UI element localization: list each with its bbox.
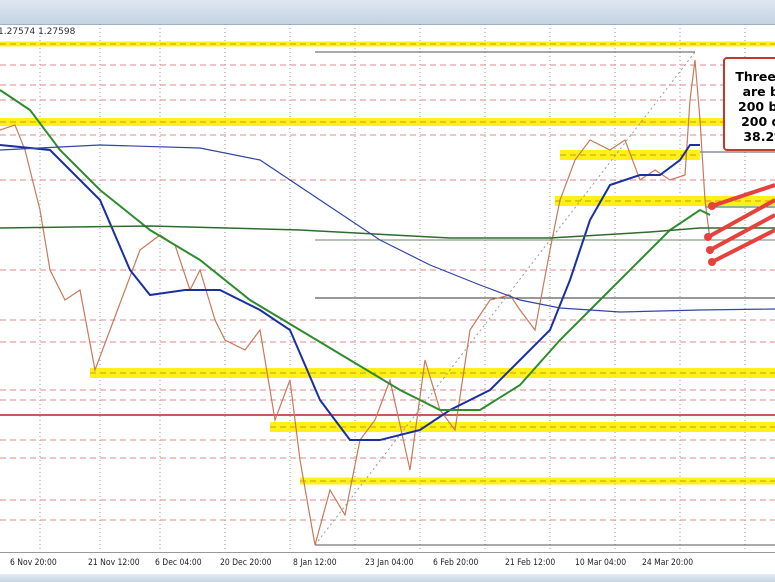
- annotation-box: Three te are be 200 bar 200 da 38.2%: [723, 57, 775, 151]
- arrow-head: [708, 258, 716, 266]
- x-tick-label: 20 Dec 20:00: [220, 558, 272, 568]
- annotation-line: are be: [742, 84, 775, 99]
- annotation-line: 200 da: [741, 114, 775, 129]
- x-tick-label: 24 Mar 20:00: [642, 558, 694, 568]
- bid-ask-quote: 1.27574 1.27598: [0, 27, 76, 37]
- series-ma200-bar: [0, 89, 711, 411]
- price-chart: [0, 24, 775, 552]
- series-ma100: [0, 144, 700, 441]
- x-tick-label: 21 Nov 12:00: [88, 558, 140, 568]
- annotation-line: 200 bar: [738, 99, 775, 114]
- x-tick-label: 10 Mar 04:00: [575, 558, 627, 568]
- arrow-head: [706, 246, 714, 254]
- x-tick-label: 23 Jan 04:00: [365, 558, 414, 568]
- x-axis: 6 Nov 20:00 21 Nov 12:00 6 Dec 04:00 20 Dec…: [0, 552, 775, 575]
- annotation-line: Three te: [735, 69, 775, 84]
- window-titlebar: [0, 0, 775, 25]
- x-tick-label: 6 Feb 20:00: [433, 558, 479, 568]
- x-tick-label: 6 Dec 04:00: [155, 558, 202, 568]
- arrow-head: [704, 233, 712, 241]
- arrow-head: [708, 202, 716, 210]
- x-tick-label: 6 Nov 20:00: [10, 558, 57, 568]
- support-zone-band: [0, 118, 775, 126]
- annotation-line: 38.2%: [743, 129, 775, 144]
- x-tick-label: 21 Feb 12:00: [505, 558, 556, 568]
- series-ma200-step: [0, 144, 775, 313]
- support-zone-band: [0, 41, 775, 47]
- x-tick-label: 8 Jan 12:00: [293, 558, 337, 568]
- window-footer: [0, 574, 775, 582]
